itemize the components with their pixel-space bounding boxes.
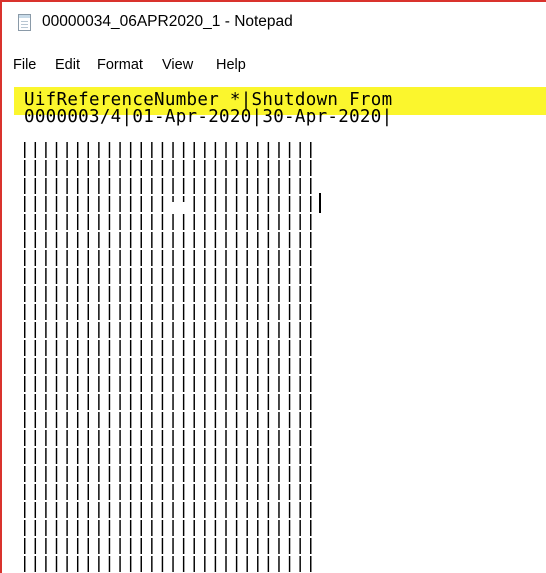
menu-help[interactable]: Help [216, 57, 246, 73]
notepad-window: 00000034_06APR2020_1 - Notepad File Edit… [0, 0, 546, 573]
notepad-icon [18, 14, 31, 31]
menu-format[interactable]: Format [97, 57, 143, 73]
title-bar[interactable]: 00000034_06APR2020_1 - Notepad [2, 2, 546, 46]
blank-space [169, 202, 185, 214]
menu-view[interactable]: View [162, 57, 193, 73]
menu-bar: File Edit Format View Help [2, 52, 546, 78]
menu-file[interactable]: File [13, 57, 36, 73]
window-title: 00000034_06APR2020_1 - Notepad [42, 13, 293, 30]
text-editor-area[interactable]: UifReferenceNumber *|Shutdown From 00000… [2, 87, 546, 573]
text-cursor [319, 193, 321, 213]
editor-line-2: 0000003/4|01-Apr-2020|30-Apr-2020| [24, 107, 393, 127]
menu-edit[interactable]: Edit [55, 57, 80, 73]
